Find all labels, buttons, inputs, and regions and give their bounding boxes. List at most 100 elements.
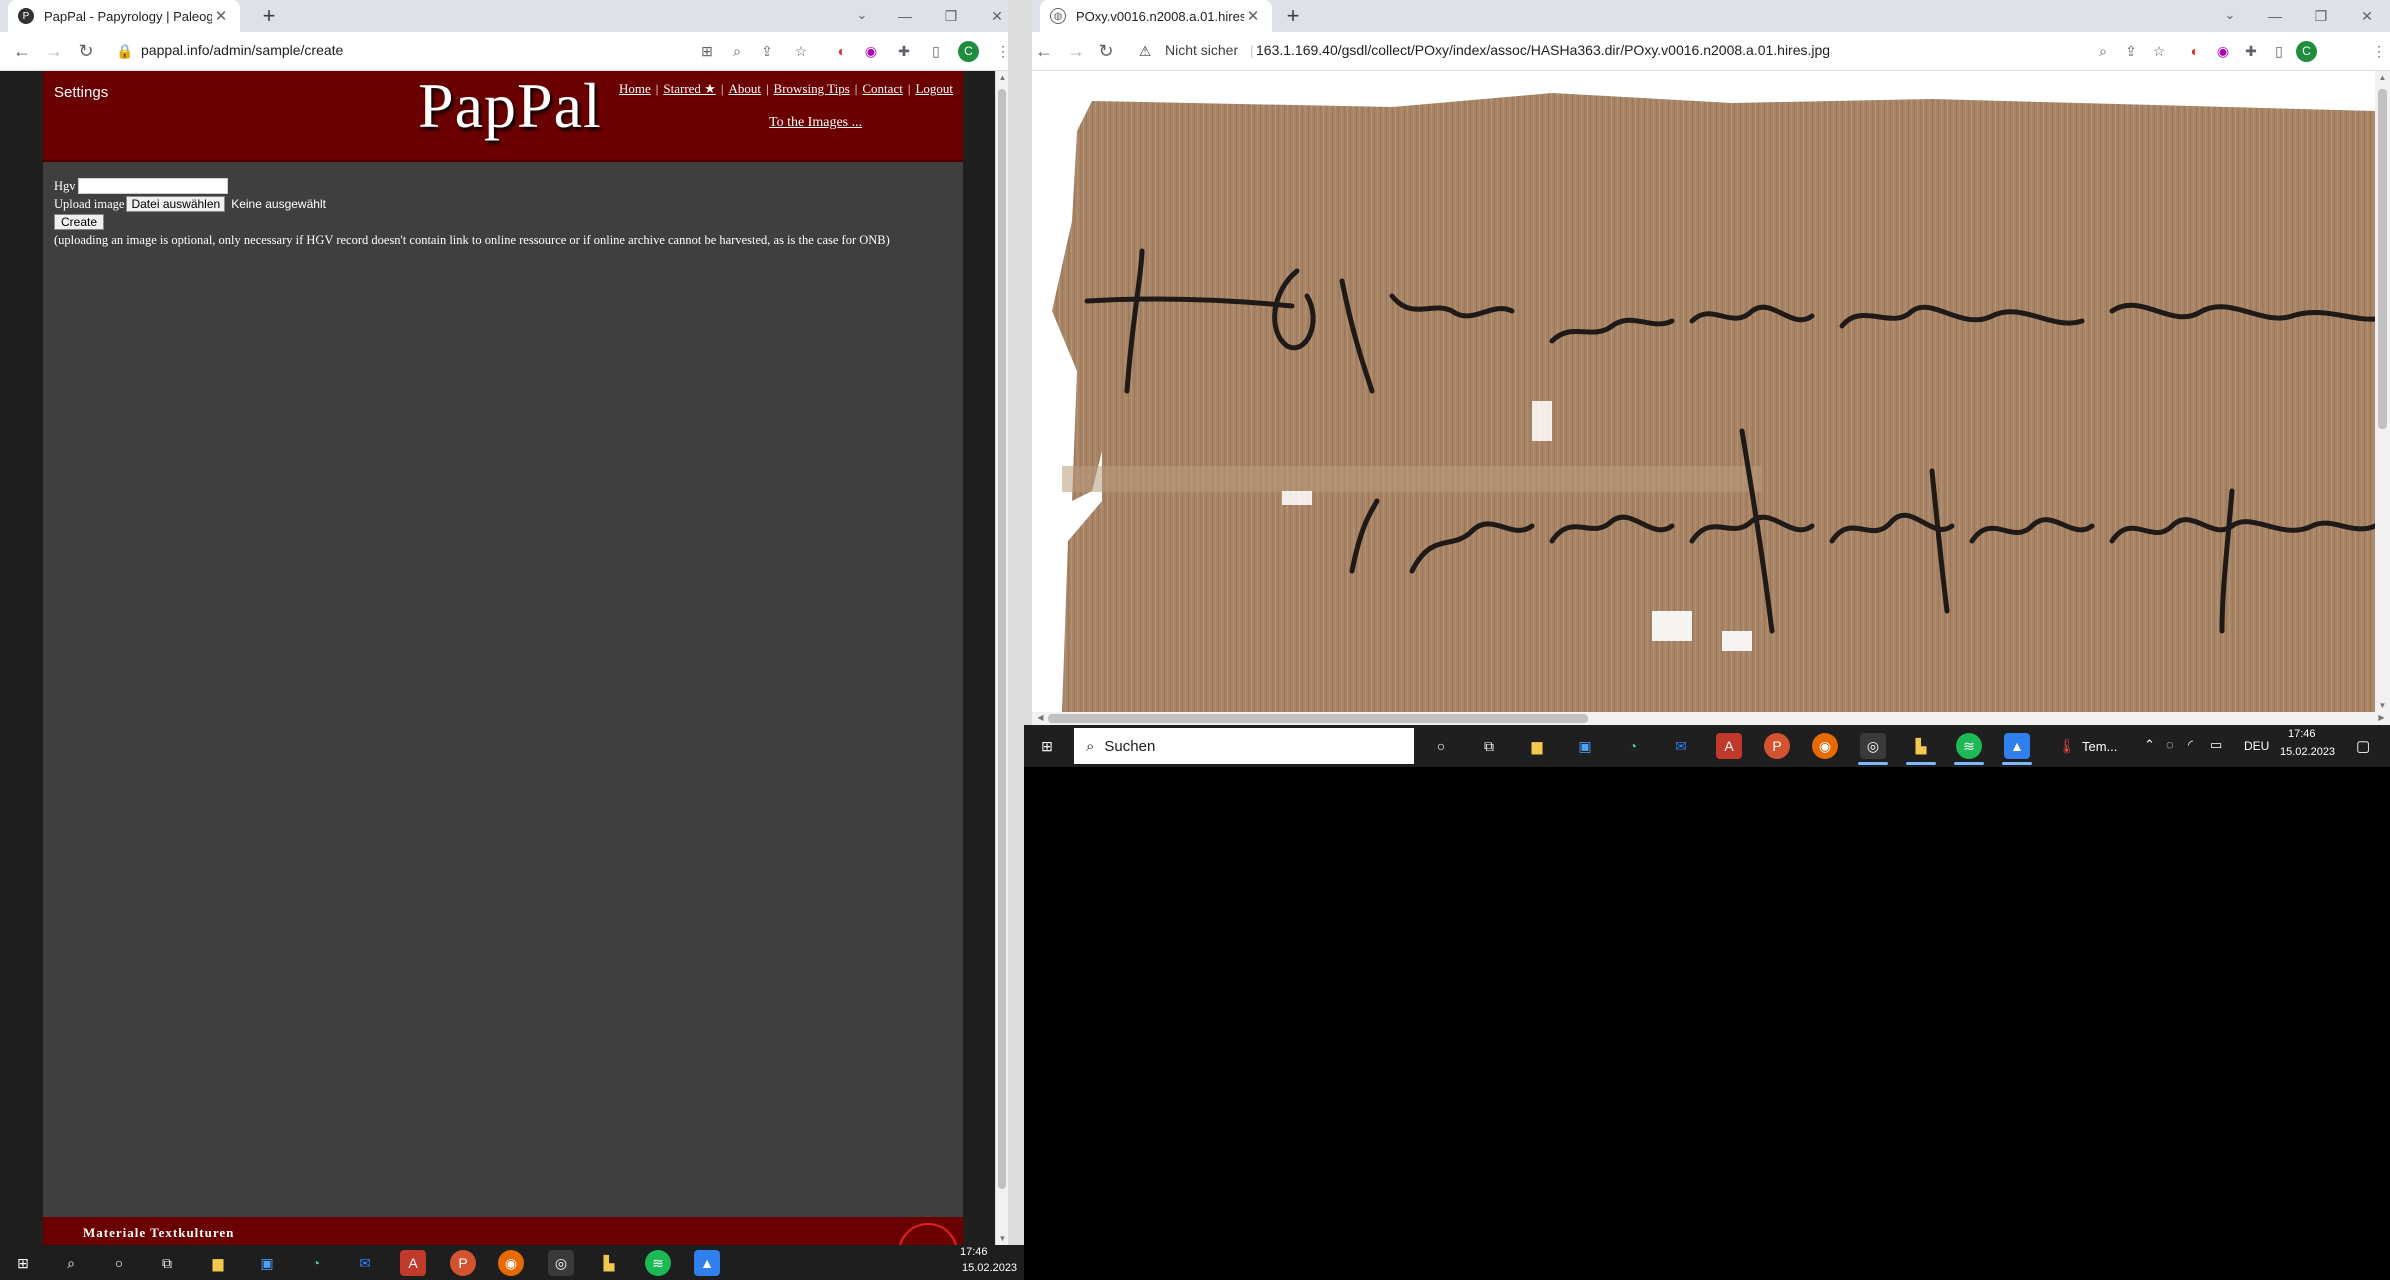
file-manager-icon[interactable]: ▙ — [1908, 733, 1934, 759]
profile-avatar[interactable]: C — [2296, 41, 2317, 62]
papyrus-image[interactable] — [1032, 71, 2375, 712]
close-tab-icon[interactable]: ✕ — [212, 7, 230, 25]
file-explorer-icon[interactable]: ▆ — [205, 1250, 231, 1276]
zoom-icon[interactable]: ⌕ — [726, 40, 748, 62]
tab-search-icon[interactable]: ⌄ — [2218, 4, 2242, 28]
close-window-icon[interactable]: ✕ — [2344, 0, 2390, 32]
store-icon[interactable]: ▣ — [254, 1250, 280, 1276]
thermometer-icon[interactable]: 🌡 — [2054, 733, 2080, 759]
spotify-icon[interactable]: ≋ — [1956, 733, 1982, 759]
reload-icon[interactable]: ↻ — [74, 40, 98, 64]
nav-about[interactable]: About — [728, 81, 761, 96]
tray-network-icon[interactable]: ◌ — [2166, 737, 2174, 752]
back-icon[interactable]: ← — [10, 40, 34, 64]
clock-time[interactable]: 17:46 — [2288, 728, 2316, 740]
share-icon[interactable]: ⇪ — [756, 40, 778, 62]
extension-purple-icon[interactable]: ◉ — [860, 40, 882, 62]
hgv-input[interactable] — [77, 178, 228, 194]
scroll-left-icon[interactable]: ◀ — [1034, 713, 1047, 722]
forward-icon[interactable]: → — [42, 40, 66, 64]
mail-icon[interactable]: ✉ — [1668, 733, 1694, 759]
right-horizontal-scroll-thumb[interactable] — [1048, 714, 1588, 723]
powerpoint-icon[interactable]: P — [1764, 733, 1790, 759]
clock-date[interactable]: 15.02.2023 — [2280, 746, 2335, 758]
right-vertical-scrollbar[interactable]: ▲ ▼ — [2375, 71, 2390, 712]
extension-purple-icon[interactable]: ◉ — [2212, 40, 2234, 62]
address-bar[interactable]: 163.1.169.40/gsdl/collect/POxy/index/ass… — [1256, 42, 1830, 58]
mail-icon[interactable]: ✉ — [352, 1250, 378, 1276]
extension-icon[interactable]: ◐ — [831, 40, 853, 62]
language-indicator[interactable]: DEU — [2244, 739, 2269, 753]
acrobat-icon[interactable]: A — [1716, 733, 1742, 759]
left-scrollbar[interactable]: ▲ ▼ — [995, 71, 1008, 1245]
task-view-icon[interactable]: ⧉ — [154, 1250, 180, 1276]
photos-icon[interactable]: ▲ — [694, 1250, 720, 1276]
scroll-right-icon[interactable]: ▶ — [2375, 713, 2388, 722]
chrome-icon[interactable]: ◎ — [1860, 733, 1886, 759]
right-horizontal-scrollbar[interactable]: ◀ ▶ — [1032, 712, 2390, 725]
close-tab-icon[interactable]: ✕ — [1244, 7, 1262, 25]
firefox-icon[interactable]: ◉ — [498, 1250, 524, 1276]
tray-battery-icon[interactable]: ▭ — [2210, 737, 2222, 753]
security-label[interactable]: Nicht sicher — [1165, 42, 1238, 58]
bookmark-star-icon[interactable]: ☆ — [2148, 40, 2170, 62]
profile-avatar[interactable]: C — [958, 41, 979, 62]
translate-icon[interactable]: ⊞ — [696, 40, 718, 62]
cortana-icon[interactable]: ○ — [1428, 733, 1454, 759]
store-icon[interactable]: ▣ — [1572, 733, 1598, 759]
task-view-icon[interactable]: ⧉ — [1476, 733, 1502, 759]
new-tab-button[interactable]: + — [1280, 4, 1306, 30]
sidepanel-icon[interactable]: ▯ — [925, 40, 947, 62]
lock-icon[interactable]: 🔒 — [114, 40, 136, 62]
tab-pappal[interactable]: P PapPal - Papyrology | Paleograph ✕ — [8, 0, 240, 32]
chrome-icon[interactable]: ◎ — [548, 1250, 574, 1276]
extension-icon[interactable]: ◐ — [2184, 40, 2206, 62]
address-bar[interactable]: pappal.info/admin/sample/create — [141, 42, 343, 58]
menu-icon[interactable]: ⋮ — [992, 40, 1008, 62]
restore-icon[interactable]: ❐ — [928, 0, 974, 32]
close-window-icon[interactable]: ✕ — [974, 0, 1008, 32]
clock-date[interactable]: 15.02.2023 — [962, 1262, 1017, 1274]
minimize-icon[interactable]: — — [2252, 0, 2298, 32]
reload-icon[interactable]: ↻ — [1094, 40, 1118, 64]
choose-file-button[interactable]: Datei auswählen — [126, 196, 226, 212]
to-images-link[interactable]: To the Images ... — [769, 115, 862, 131]
scroll-down-icon[interactable]: ▼ — [2375, 701, 2390, 710]
puzzle-icon[interactable]: ✚ — [2240, 40, 2262, 62]
back-icon[interactable]: ← — [1032, 40, 1056, 64]
warning-icon[interactable]: ⚠ — [1134, 40, 1156, 62]
pappal-logo[interactable]: PapPal — [418, 71, 602, 143]
windows-start-icon[interactable]: ⊞ — [1034, 733, 1060, 759]
notification-icon[interactable]: ▢ — [2356, 737, 2370, 755]
tray-chevron-icon[interactable]: ⌃ — [2144, 737, 2155, 753]
create-button[interactable]: Create — [54, 214, 105, 230]
nav-logout[interactable]: Logout — [915, 81, 953, 96]
restore-icon[interactable]: ❐ — [2298, 0, 2344, 32]
settings-link[interactable]: Settings — [54, 84, 108, 101]
clock-time[interactable]: 17:46 — [960, 1246, 988, 1258]
file-manager-icon[interactable]: ▙ — [596, 1250, 622, 1276]
puzzle-icon[interactable]: ✚ — [893, 40, 915, 62]
scroll-down-icon[interactable]: ▼ — [996, 1234, 1008, 1243]
sidepanel-icon[interactable]: ▯ — [2268, 40, 2290, 62]
minimize-icon[interactable]: — — [882, 0, 928, 32]
share-icon[interactable]: ⇪ — [2120, 40, 2142, 62]
nav-contact[interactable]: Contact — [862, 81, 902, 96]
file-explorer-icon[interactable]: ▆ — [1524, 733, 1550, 759]
firefox-icon[interactable]: ◉ — [1812, 733, 1838, 759]
forward-icon[interactable]: → — [1064, 40, 1088, 64]
right-vertical-scroll-thumb[interactable] — [2378, 89, 2387, 429]
left-scroll-thumb[interactable] — [998, 89, 1006, 1189]
powerpoint-icon[interactable]: P — [450, 1250, 476, 1276]
menu-icon[interactable]: ⋮ — [2368, 40, 2390, 62]
tab-papyrus-image[interactable]: ◍ POxy.v0016.n2008.a.01.hires.jpg ✕ — [1040, 0, 1272, 32]
nav-starred[interactable]: Starred ★ — [663, 81, 715, 96]
tray-wifi-icon[interactable]: ◜ — [2188, 737, 2193, 753]
windows-start-icon[interactable]: ⊞ — [10, 1250, 36, 1276]
weather-label[interactable]: Tem... — [2082, 739, 2117, 754]
nav-home[interactable]: Home — [619, 81, 651, 96]
cortana-icon[interactable]: ○ — [106, 1250, 132, 1276]
tab-search-icon[interactable]: ⌄ — [850, 4, 874, 28]
new-tab-button[interactable]: + — [256, 4, 282, 30]
taskbar-search[interactable]: ⌕ Suchen — [1074, 728, 1414, 764]
